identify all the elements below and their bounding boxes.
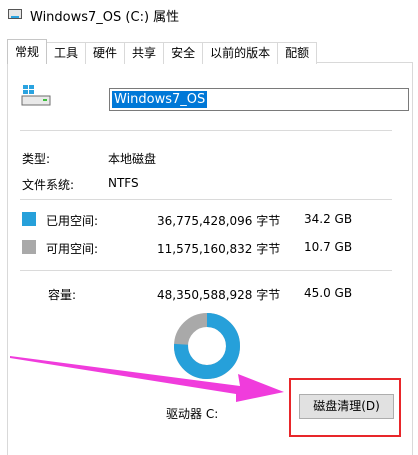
annotation-arrow — [10, 356, 284, 402]
properties-dialog: Windows7_OS (C:) 属性 常规 工具 硬件 共享 安全 以前的版本… — [0, 0, 418, 455]
tab-general[interactable]: 常规 — [7, 39, 48, 64]
annotation-layer — [10, 356, 284, 402]
